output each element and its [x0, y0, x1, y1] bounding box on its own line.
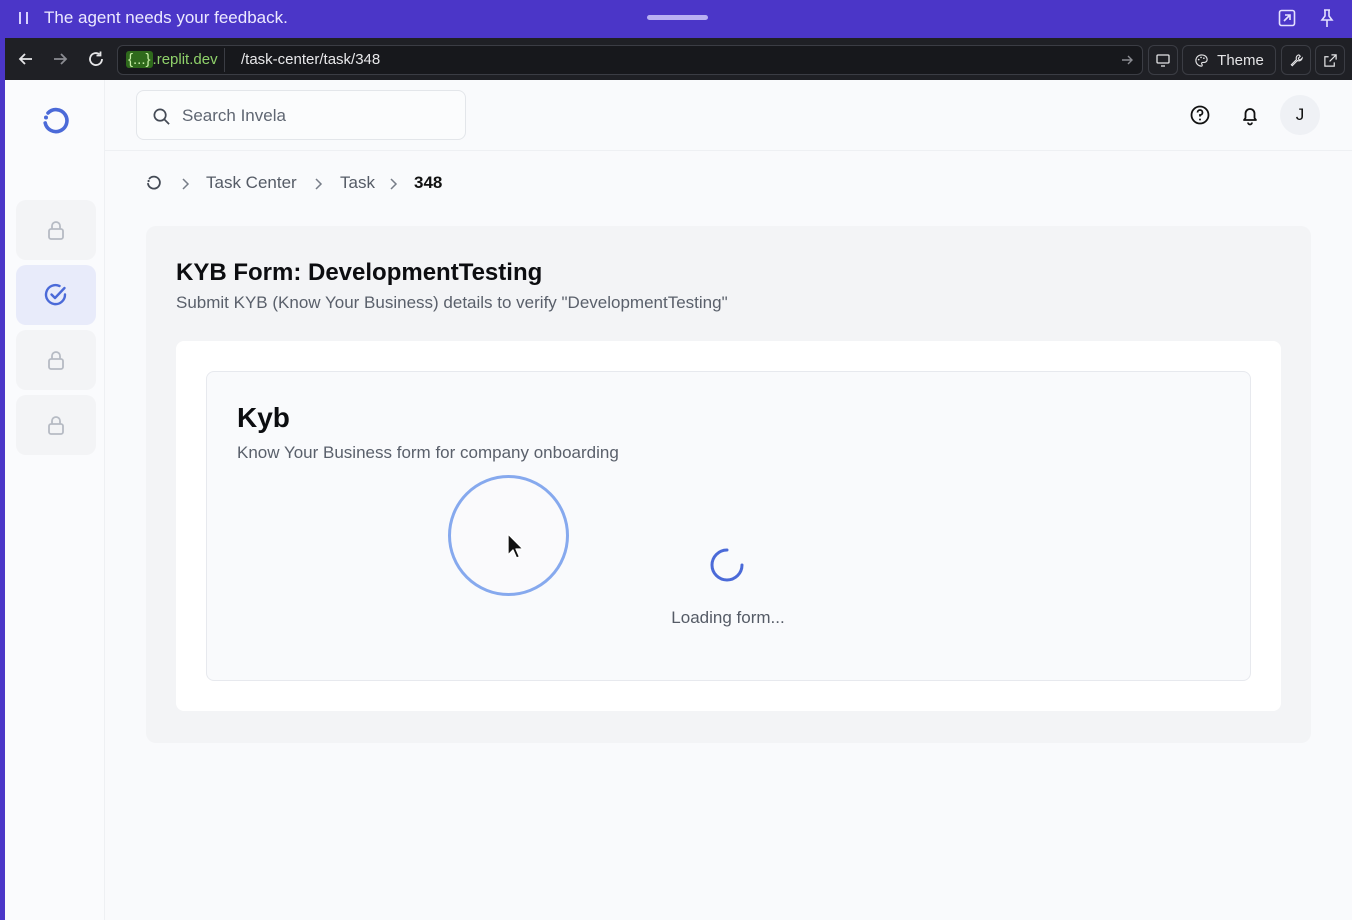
lock-icon: [48, 351, 64, 370]
devices-button[interactable]: [1148, 45, 1178, 75]
avatar[interactable]: J: [1280, 95, 1320, 135]
loading-text: Loading form...: [671, 608, 785, 627]
palette-icon: [1195, 53, 1208, 67]
form-container: Kyb Know Your Business form for company …: [206, 371, 1251, 681]
domain-highlight: {...}: [126, 51, 153, 68]
reload-icon[interactable]: [87, 50, 105, 68]
theme-button[interactable]: Theme: [1182, 45, 1276, 75]
bell-icon[interactable]: [1239, 104, 1261, 126]
open-new-tab-button[interactable]: [1315, 45, 1345, 75]
breadcrumb-task-center[interactable]: Task Center: [206, 173, 297, 193]
pin-icon[interactable]: [1317, 8, 1337, 28]
sidebar-item-task-center[interactable]: [16, 265, 96, 325]
sidebar-item-locked-2[interactable]: [16, 330, 96, 390]
search-icon: [153, 108, 170, 125]
wrench-icon: [1290, 53, 1303, 66]
search-placeholder: Search Invela: [182, 106, 286, 125]
external-link-icon: [1323, 53, 1337, 67]
mouse-cursor-icon: [507, 533, 524, 559]
app-viewport: Search Invela J Task Center Task 348 KYB…: [5, 80, 1352, 920]
browser-window: {...} .replit.dev /task-center/task/348 T…: [5, 38, 1352, 920]
chevron-right-icon: [390, 178, 398, 190]
sidebar-item-locked-3[interactable]: [16, 395, 96, 455]
address-bar[interactable]: {...} .replit.dev /task-center/task/348: [117, 45, 1143, 75]
chevron-right-icon: [315, 178, 323, 190]
top-header: Search Invela J: [105, 80, 1352, 151]
theme-label: Theme: [1217, 51, 1264, 69]
breadcrumb-task[interactable]: Task: [340, 173, 375, 193]
sidebar: [5, 80, 105, 920]
lock-icon: [48, 221, 64, 240]
lock-icon: [48, 416, 64, 435]
forward-arrow-icon[interactable]: [51, 50, 69, 68]
breadcrumb-current: 348: [414, 173, 443, 192]
domain-rest: .replit.dev: [152, 51, 218, 68]
agent-feedback-message: The agent needs your feedback.: [44, 8, 288, 27]
help-icon[interactable]: [1189, 104, 1211, 126]
url-path: /task-center/task/348: [241, 51, 381, 68]
invela-logo-icon[interactable]: [39, 104, 73, 138]
agent-feedback-bar: The agent needs your feedback.: [0, 0, 1352, 38]
expand-icon[interactable]: [1277, 8, 1297, 28]
sidebar-item-locked-1[interactable]: [16, 200, 96, 260]
url-domain: {...} .replit.dev: [120, 48, 225, 72]
form-title: Kyb: [237, 402, 290, 433]
devtools-button[interactable]: [1281, 45, 1311, 75]
form-card: Kyb Know Your Business form for company …: [176, 341, 1281, 711]
page-title: KYB Form: DevelopmentTesting: [176, 259, 543, 286]
chevron-right-icon: [182, 178, 190, 190]
go-arrow-icon[interactable]: [1120, 53, 1134, 67]
browser-toolbar: {...} .replit.dev /task-center/task/348 T…: [5, 38, 1352, 80]
page-subtitle: Submit KYB (Know Your Business) details …: [176, 293, 728, 312]
drag-handle[interactable]: [647, 15, 708, 20]
loading-spinner-icon: [710, 548, 744, 582]
check-circle-icon: [44, 283, 67, 306]
search-input[interactable]: Search Invela: [136, 90, 466, 140]
form-description: Know Your Business form for company onbo…: [237, 443, 619, 462]
monitor-icon: [1156, 54, 1170, 67]
home-icon[interactable]: [145, 174, 163, 192]
back-arrow-icon[interactable]: [17, 50, 35, 68]
pause-icon[interactable]: [16, 10, 32, 26]
task-panel: KYB Form: DevelopmentTesting Submit KYB …: [146, 226, 1311, 743]
